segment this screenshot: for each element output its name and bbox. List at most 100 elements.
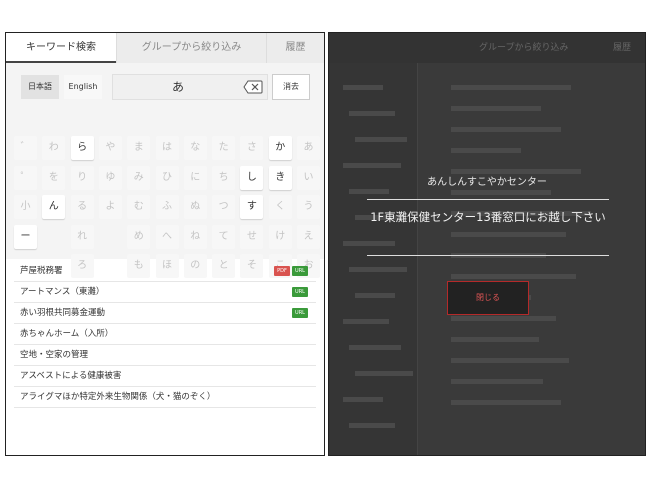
kana-key: け: [268, 224, 292, 249]
result-modal-screen: グループから絞り込み 履歴 あんしんすこやかセンター 1F東灘保健センター13番…: [328, 32, 646, 456]
kana-key: 小: [14, 195, 37, 219]
background-row-placeholder: [451, 316, 556, 321]
background-sidebar-placeholder: [343, 85, 383, 90]
result-row[interactable]: 空地・空家の管理: [14, 345, 316, 366]
tab-keyword-search[interactable]: キーワード検索: [6, 33, 116, 63]
kana-key[interactable]: き: [268, 165, 292, 190]
backspace-icon[interactable]: [243, 80, 263, 94]
background-row-placeholder: [451, 337, 539, 342]
japanese-mode-button[interactable]: 日本語: [21, 75, 59, 99]
kana-key: る: [70, 195, 94, 219]
result-label: アスベストによる健康被害: [20, 371, 122, 381]
modal-divider-bottom: [367, 255, 609, 256]
result-row[interactable]: 赤い羽根共同募金運動 URL: [14, 303, 316, 324]
search-input[interactable]: あ: [112, 74, 268, 100]
tab-bar: キーワード検索 グループから絞り込み 履歴: [6, 33, 324, 63]
kana-key: ま: [127, 136, 151, 160]
background-sidebar-placeholder: [349, 111, 395, 116]
results-list: 芦屋税務署 PDF URL アートマンス（東灘） URL 赤い羽根共同募金運動 URL 赤ちゃ…: [14, 261, 316, 408]
result-row[interactable]: アライグマほか特定外来生物関係（犬・猫のぞく）: [14, 387, 316, 408]
english-mode-button[interactable]: English: [64, 75, 102, 99]
kana-key: な: [183, 136, 207, 160]
url-badge: URL: [292, 287, 308, 297]
background-tab-history: 履歴: [613, 43, 632, 53]
background-sidebar-placeholder: [355, 371, 413, 376]
result-row[interactable]: 赤ちゃんホーム（入所）: [14, 324, 316, 345]
kana-key: り: [70, 165, 94, 190]
kana-key: に: [183, 165, 207, 190]
background-row-placeholder: [451, 106, 541, 111]
background-sidebar-placeholder: [343, 241, 395, 246]
kana-key: ゜: [14, 165, 37, 190]
modal-message: 1F東灘保健センター13番窓口にお越し下さい: [370, 210, 606, 224]
kana-key[interactable]: ん: [42, 195, 66, 219]
background-row-placeholder: [451, 85, 571, 90]
kana-key[interactable]: ー: [14, 224, 37, 249]
kana-key: ひ: [155, 165, 179, 190]
result-row[interactable]: アスベストによる健康被害: [14, 366, 316, 387]
kana-key: へ: [155, 224, 179, 249]
kana-key: つ: [212, 195, 236, 219]
search-query: あ: [171, 80, 184, 94]
kana-key: ぬ: [183, 195, 207, 219]
kana-key: を: [42, 165, 66, 190]
result-row[interactable]: アートマンス（東灘） URL: [14, 282, 316, 303]
kana-key: よ: [98, 195, 122, 219]
modal-title: あんしんすこやかセンター: [427, 177, 547, 188]
kana-key[interactable]: し: [240, 165, 264, 190]
background-row-placeholder: [451, 379, 543, 384]
close-button[interactable]: 閉じる: [447, 281, 529, 315]
background-sidebar-placeholder: [343, 319, 389, 324]
kana-key: ゛: [14, 136, 37, 160]
background-sidebar-placeholder: [349, 423, 395, 428]
background-sidebar-placeholder: [355, 137, 407, 142]
background-row-placeholder: [451, 127, 561, 132]
background-row-placeholder: [451, 232, 566, 237]
background-row-placeholder: [451, 148, 521, 153]
kana-key: い: [297, 165, 320, 190]
kana-key: く: [268, 195, 292, 219]
background-row-placeholder: [451, 190, 551, 195]
kana-key: み: [127, 165, 151, 190]
modal-divider-top: [367, 199, 609, 200]
tab-group-filter[interactable]: グループから絞り込み: [116, 33, 266, 63]
kana-key: ゆ: [98, 165, 122, 190]
kana-key: う: [297, 195, 320, 219]
kana-key: む: [127, 195, 151, 219]
kana-key[interactable]: す: [240, 195, 264, 219]
background-tab-group: グループから絞り込み: [479, 43, 569, 53]
kana-key: せ: [240, 224, 264, 249]
kana-key: ふ: [155, 195, 179, 219]
kana-key[interactable]: か: [268, 136, 292, 160]
result-label: アートマンス（東灘）: [20, 287, 105, 297]
background-row-placeholder: [451, 400, 561, 405]
kana-key: ち: [212, 165, 236, 190]
result-label: 赤い羽根共同募金運動: [20, 308, 106, 318]
background-sidebar: [329, 63, 418, 455]
background-sidebar-placeholder: [343, 397, 383, 402]
kana-key: た: [212, 136, 236, 160]
kana-key[interactable]: ら: [70, 136, 94, 160]
result-label: 空地・空家の管理: [20, 350, 89, 360]
kana-key: は: [155, 136, 179, 160]
result-label: 芦屋税務署: [20, 266, 63, 276]
background-row-placeholder: [451, 358, 569, 363]
url-badge: URL: [292, 266, 308, 276]
kana-key: ね: [183, 224, 207, 249]
background-sidebar-placeholder: [349, 189, 389, 194]
kana-key: れ: [70, 224, 94, 249]
kana-key: わ: [42, 136, 66, 160]
kana-key: あ: [297, 136, 320, 160]
background-sidebar-placeholder: [343, 163, 401, 168]
background-sidebar-placeholder: [349, 267, 407, 272]
background-row-placeholder: [451, 274, 576, 279]
kana-key: め: [127, 224, 151, 249]
clear-button[interactable]: 消去: [272, 74, 310, 100]
kana-key: え: [297, 224, 320, 249]
background-sidebar-placeholder: [355, 293, 395, 298]
result-label: アライグマほか特定外来生物関係（犬・猫のぞく）: [20, 392, 216, 402]
result-row[interactable]: 芦屋税務署 PDF URL: [14, 261, 316, 282]
result-label: 赤ちゃんホーム（入所）: [20, 329, 114, 339]
tab-history[interactable]: 履歴: [266, 33, 324, 63]
background-tab-bar: グループから絞り込み 履歴: [329, 33, 645, 63]
